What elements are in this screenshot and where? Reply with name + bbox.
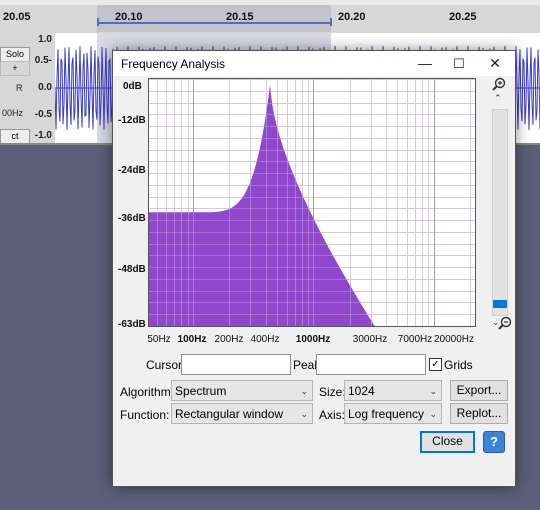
ruler-label: 20.10 bbox=[115, 11, 143, 23]
axis-select[interactable]: Log frequency ⌄ bbox=[344, 403, 442, 424]
export-button[interactable]: Export... bbox=[450, 380, 508, 401]
y-axis-label: 0dB bbox=[123, 81, 142, 92]
peak-field[interactable] bbox=[316, 354, 426, 375]
amplitude-label: 1.0 bbox=[38, 34, 52, 45]
x-axis-label: 1000Hz bbox=[295, 334, 331, 345]
x-axis-label: 400Hz bbox=[250, 334, 280, 345]
size-value: 1024 bbox=[348, 384, 375, 398]
grids-checkbox[interactable]: ✓ bbox=[429, 358, 442, 371]
spectrum-plot[interactable] bbox=[148, 78, 476, 327]
chevron-down-icon: ⌄ bbox=[429, 386, 437, 396]
cursor-label: Cursor: bbox=[146, 358, 186, 372]
rate-label: 00Hz bbox=[2, 108, 24, 118]
play-region-end-marker[interactable] bbox=[330, 18, 332, 26]
y-axis-label: -48dB bbox=[118, 264, 146, 275]
solo-button[interactable]: Solo bbox=[0, 47, 30, 62]
help-icon[interactable]: ? bbox=[483, 431, 505, 453]
axis-value: Log frequency bbox=[348, 407, 425, 421]
amplitude-label: -0.5 bbox=[34, 109, 52, 120]
maximize-button[interactable]: ☐ bbox=[441, 51, 477, 76]
gain-plus-button[interactable]: + bbox=[0, 61, 30, 76]
amplitude-label: 0.5- bbox=[34, 55, 52, 66]
algorithm-select[interactable]: Spectrum ⌄ bbox=[171, 380, 313, 401]
grids-label: Grids bbox=[444, 358, 473, 372]
zoom-in-icon[interactable] bbox=[492, 77, 506, 94]
x-axis-label: 7000Hz bbox=[397, 334, 433, 345]
spectrum-area bbox=[149, 85, 475, 326]
dialog-title: Frequency Analysis bbox=[121, 57, 226, 71]
function-value: Rectangular window bbox=[175, 407, 284, 421]
minimize-button[interactable]: — bbox=[407, 51, 443, 76]
chevron-down-icon: ⌄ bbox=[300, 409, 308, 419]
dialog-titlebar[interactable]: Frequency Analysis — ☐ ✕ bbox=[113, 51, 515, 76]
x-axis-label: 100Hz bbox=[177, 334, 207, 345]
size-select[interactable]: 1024 ⌄ bbox=[344, 380, 442, 401]
scroll-up-icon[interactable]: ⌃ bbox=[494, 93, 502, 104]
y-axis-label: -24dB bbox=[118, 165, 146, 176]
ruler-label: 20.05 bbox=[3, 11, 31, 23]
frequency-analysis-dialog: Frequency Analysis — ☐ ✕ 0dB -12dB -24dB… bbox=[112, 50, 516, 487]
ruler-label: 20.20 bbox=[338, 11, 366, 23]
function-label: Function: bbox=[120, 408, 170, 422]
play-region-start-marker[interactable] bbox=[97, 18, 99, 26]
function-select[interactable]: Rectangular window ⌄ bbox=[171, 403, 313, 424]
pan-right-label: R bbox=[16, 83, 23, 93]
ruler-label: 20.15 bbox=[226, 11, 254, 23]
close-button[interactable]: Close bbox=[420, 431, 475, 453]
ruler-label: 20.25 bbox=[449, 11, 477, 23]
y-axis-label: -63dB bbox=[118, 319, 146, 330]
chevron-down-icon: ⌄ bbox=[429, 409, 437, 419]
timeline-ruler[interactable]: 20.05 20.10 20.15 20.20 20.25 bbox=[0, 0, 540, 34]
x-axis-label: 20000Hz bbox=[433, 334, 475, 345]
x-axis-label: 200Hz bbox=[214, 334, 244, 345]
replot-button[interactable]: Replot... bbox=[450, 403, 508, 424]
zoom-out-icon[interactable] bbox=[494, 316, 512, 333]
amplitude-ruler: 1.0 0.5- 0.0 -0.5 -1.0 bbox=[30, 33, 56, 143]
vertical-zoom-thumb[interactable] bbox=[493, 300, 507, 308]
size-label: Size: bbox=[319, 385, 346, 399]
select-button[interactable]: ct bbox=[0, 129, 30, 144]
axis-label: Axis: bbox=[319, 408, 346, 422]
algorithm-value: Spectrum bbox=[175, 384, 227, 398]
vertical-zoom-track[interactable] bbox=[492, 109, 508, 316]
y-axis-label: -36dB bbox=[118, 213, 146, 224]
x-axis-label: 3000Hz bbox=[352, 334, 388, 345]
y-axis-label: -12dB bbox=[118, 115, 146, 126]
chevron-down-icon: ⌄ bbox=[300, 386, 308, 396]
cursor-field[interactable] bbox=[181, 354, 291, 375]
amplitude-label: -1.0 bbox=[34, 130, 52, 141]
close-window-button[interactable]: ✕ bbox=[477, 51, 513, 76]
track-control-panel: Solo + R 00Hz ct bbox=[0, 33, 31, 144]
algorithm-label: Algorithm: bbox=[120, 385, 175, 399]
x-axis-label: 50Hz bbox=[147, 334, 171, 345]
amplitude-label: 0.0 bbox=[38, 82, 52, 93]
